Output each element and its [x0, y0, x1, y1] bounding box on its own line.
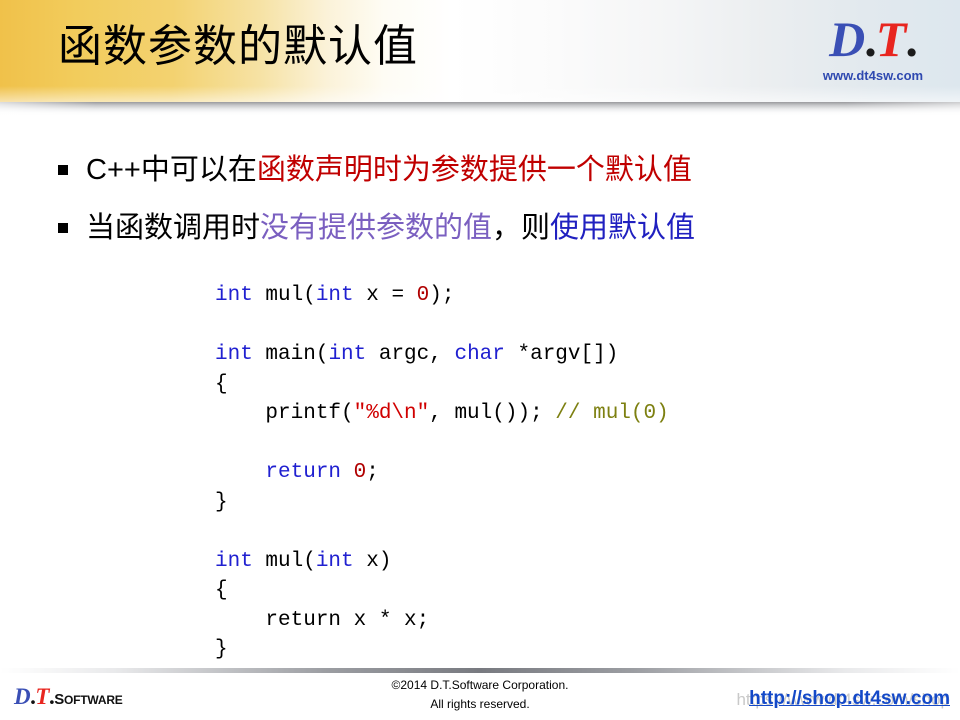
bullet-item: 当函数调用时没有提供参数的值，则使用默认值 [0, 208, 960, 248]
code-token: return [265, 461, 342, 484]
footer-copyright-line-2: All rights reserved. [430, 697, 530, 711]
code-token: *argv[]) [504, 343, 619, 366]
code-token: mul( [252, 284, 316, 307]
code-line: int mul(int x) [215, 547, 669, 577]
footer-divider [0, 668, 960, 673]
code-token: printf( [215, 402, 354, 425]
slide-footer: D.T.SOFTWARE ©2014 D.T.Software Corporat… [0, 676, 960, 720]
bullet-text-segment: 当函数调用时 [86, 212, 261, 244]
footer-copyright-line-1: ©2014 D.T.Software Corporation. [391, 678, 569, 692]
code-line: } [215, 635, 669, 665]
code-token: 0 [353, 461, 367, 484]
brand-dot-2: . [905, 11, 917, 67]
square-bullet-icon [58, 223, 68, 233]
footer-logo-word-rest: OFTWARE [64, 693, 123, 707]
footer-logo-word-initial: S [54, 691, 64, 708]
code-token: mul( [252, 549, 316, 573]
bullet-text-segment: 使用默认值 [550, 212, 696, 244]
code-token: char [454, 343, 505, 366]
bullet-text-segment: 没有提供参数的值 [260, 212, 493, 244]
code-line: int mul(int x = 0); [215, 281, 669, 311]
code-token: int [215, 343, 253, 366]
page-title: 函数参数的默认值 [58, 22, 418, 71]
code-token: int [328, 343, 367, 366]
code-token: } [215, 638, 228, 661]
code-token: x) [353, 549, 392, 573]
brand-website-url: www.dt4sw.com [822, 68, 924, 83]
code-token: return x * x; [215, 608, 430, 632]
bullet-text-segment: ，则 [492, 212, 551, 244]
code-token: "%d\n" [353, 402, 430, 425]
code-line: int main(int argc, char *argv[]) [215, 340, 669, 370]
code-line: return 0; [215, 458, 669, 488]
code-token: main( [252, 343, 329, 366]
code-line: printf("%d\n", mul()); // mul(0) [215, 399, 669, 429]
code-token: int [315, 284, 354, 307]
bullet-text: 当函数调用时没有提供参数的值，则使用默认值 [86, 208, 695, 248]
code-token: ); [429, 284, 455, 307]
code-token: { [215, 372, 228, 396]
header-gloss [0, 86, 960, 102]
bullet-item: C++中可以在函数声明时为参数提供一个默认值 [0, 150, 960, 190]
code-token: ; [366, 461, 379, 484]
footer-shop-link[interactable]: http://shop.dt4sw.com [749, 688, 950, 710]
code-token: // mul(0) [555, 402, 669, 425]
code-token: } [215, 490, 228, 514]
code-token: int [215, 549, 253, 573]
code-token: int [315, 549, 354, 573]
footer-logo-letter-d: D [14, 684, 31, 709]
bullet-list: C++中可以在函数声明时为参数提供一个默认值 当函数调用时没有提供参数的值，则使用… [0, 150, 960, 266]
code-token: 0 [416, 284, 430, 307]
bullet-text-segment: C++中可以在 [86, 154, 257, 186]
footer-logo: D.T.SOFTWARE [14, 684, 123, 710]
code-line: { [215, 576, 669, 606]
header-drop-shadow [0, 102, 960, 116]
code-line: return x * x; [215, 606, 669, 636]
footer-logo-word: SOFTWARE [54, 691, 123, 708]
footer-copyright: ©2014 D.T.Software Corporation. All righ… [330, 676, 630, 714]
brand-letter-t: T [875, 11, 907, 67]
code-token: argc, [366, 343, 455, 366]
bullet-text: C++中可以在函数声明时为参数提供一个默认值 [86, 150, 692, 190]
square-bullet-icon [58, 165, 68, 175]
brand-dot-1: . [864, 11, 876, 67]
code-line: { [215, 370, 669, 400]
code-token: { [215, 579, 228, 602]
brand-logo: D.T. www.dt4sw.com [800, 12, 946, 83]
code-line: } [215, 488, 669, 518]
code-token: , mul()); [429, 402, 556, 425]
footer-logo-letter-t: T [35, 684, 49, 709]
brand-logo-mark: D.T. [800, 12, 946, 66]
code-block: int mul(int x = 0); int main(int argc, ch… [215, 281, 669, 665]
bullet-text-segment: 函数声明时为参数提供一个默认值 [256, 154, 692, 186]
slide-header: 函数参数的默认值 D.T. www.dt4sw.com [0, 0, 960, 102]
brand-letter-d: D [829, 11, 865, 67]
code-token: int [215, 284, 253, 307]
code-token: x = [353, 284, 417, 307]
